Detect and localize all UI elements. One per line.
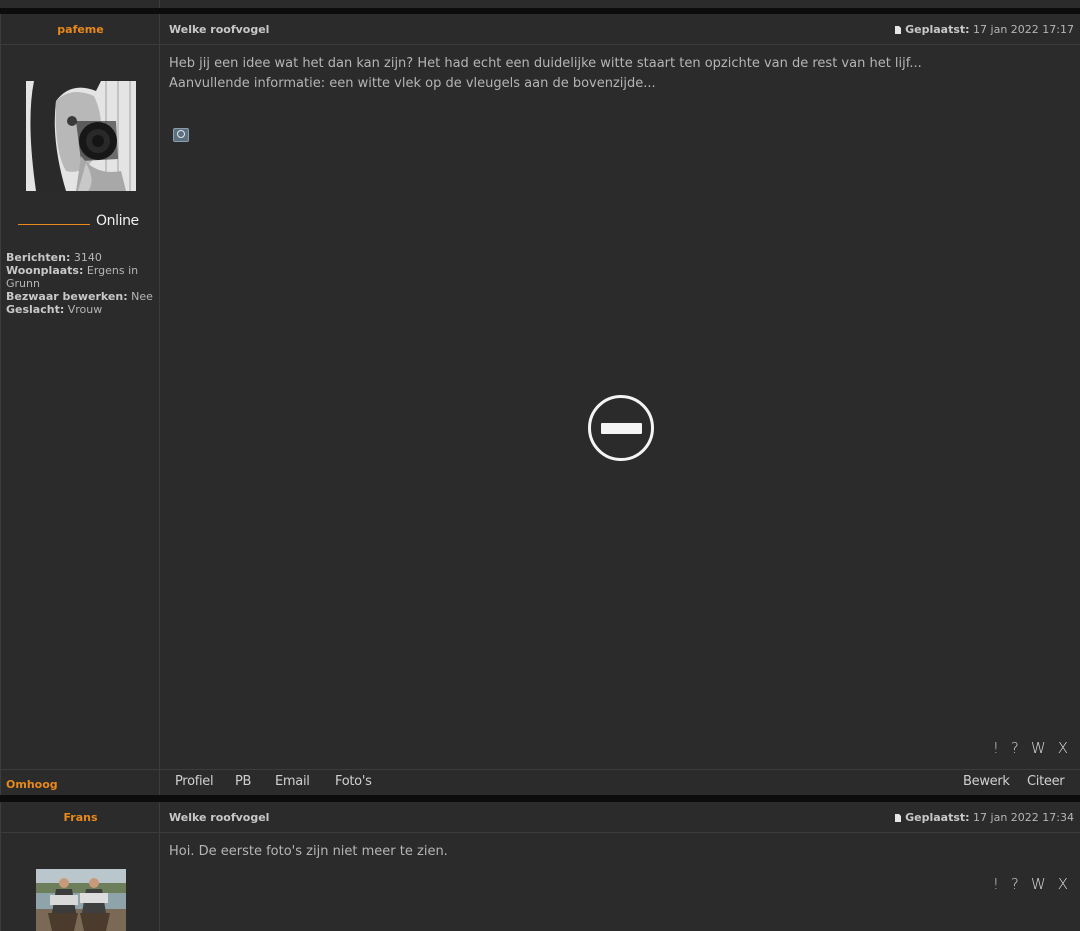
posted-date: 17 jan 2022 17:17 (973, 23, 1074, 36)
quote-link[interactable]: Citeer (1027, 774, 1065, 789)
author-stats: Berichten: 3140 Woonplaats: Ergens in Gr… (6, 251, 156, 316)
geslacht-label: Geslacht: (6, 303, 65, 316)
post-body: Hoi. De eerste foto's zijn niet meer te … (169, 842, 448, 862)
avatar-photo (36, 869, 126, 931)
delete-icon[interactable]: X (1058, 875, 1068, 893)
woonplaats-value-cont: Grunn (6, 277, 40, 290)
zoom-image-icon[interactable] (173, 128, 189, 142)
post-header: pafeme Welke roofvogel Geplaatst: 17 jan… (1, 14, 1080, 45)
profile-link[interactable]: Profiel (175, 774, 214, 789)
post-icon[interactable] (895, 26, 902, 34)
edit-link[interactable]: Bewerk (963, 774, 1010, 789)
posted-label: Geplaatst: (905, 23, 970, 36)
online-underline (18, 224, 90, 225)
forum-post: Frans Welke roofvogel Geplaatst: 17 jan … (0, 802, 1080, 931)
posted-date: 17 jan 2022 17:34 (973, 811, 1074, 824)
post-body-line: Heb jij een idee wat het dan kan zijn? H… (169, 56, 922, 71)
woonplaats-label: Woonplaats: (6, 264, 84, 277)
online-status: Online (96, 213, 139, 229)
post-action-icons: !? W X (981, 739, 1068, 757)
forum-post: pafeme Welke roofvogel Geplaatst: 17 jan… (0, 14, 1080, 795)
geslacht-value: Vrouw (67, 303, 103, 316)
posted-label: Geplaatst: (905, 811, 970, 824)
post-footer: Omhoog Profiel PB Email Foto's Bewerk Ci… (1, 769, 1080, 795)
previous-post-remnant (0, 0, 1080, 8)
post-separator (0, 795, 1080, 802)
delete-icon[interactable]: X (1058, 739, 1068, 757)
bezwaar-label: Bezwaar bewerken: (6, 290, 128, 303)
post-timestamp: Geplaatst: 17 jan 2022 17:17 (895, 23, 1074, 36)
warn-icon[interactable]: W (1031, 875, 1046, 893)
author-name[interactable]: pafeme (1, 23, 160, 36)
photos-link[interactable]: Foto's (335, 774, 372, 789)
private-message-link[interactable]: PB (235, 774, 251, 789)
post-header: Frans Welke roofvogel Geplaatst: 17 jan … (1, 802, 1080, 833)
help-icon[interactable]: ? (1011, 739, 1019, 757)
back-to-top-link[interactable]: Omhoog (6, 778, 58, 791)
post-icon[interactable] (895, 814, 902, 822)
post-subject: Welke roofvogel (169, 23, 270, 36)
previous-post-left-cell (0, 0, 160, 8)
report-icon[interactable]: ! (993, 875, 999, 893)
report-icon[interactable]: ! (993, 739, 999, 757)
post-subject: Welke roofvogel (169, 811, 270, 824)
avatar[interactable] (26, 81, 136, 191)
bezwaar-value: Nee (131, 290, 153, 303)
help-icon[interactable]: ? (1011, 875, 1019, 893)
email-link[interactable]: Email (275, 774, 310, 789)
avatar-photo (26, 81, 136, 191)
blocked-image-icon (588, 395, 654, 461)
berichten-value: 3140 (73, 251, 102, 264)
author-name[interactable]: Frans (1, 811, 160, 824)
berichten-label: Berichten: (6, 251, 71, 264)
post-timestamp: Geplaatst: 17 jan 2022 17:34 (895, 811, 1074, 824)
avatar[interactable] (36, 869, 126, 931)
post-body-line: Hoi. De eerste foto's zijn niet meer te … (169, 844, 448, 859)
warn-icon[interactable]: W (1031, 739, 1046, 757)
post-action-icons: !? W X (981, 875, 1068, 893)
post-body-line: Aanvullende informatie: een witte vlek o… (169, 76, 656, 91)
woonplaats-value: Ergens in (86, 264, 139, 277)
post-body: Heb jij een idee wat het dan kan zijn? H… (169, 54, 922, 94)
